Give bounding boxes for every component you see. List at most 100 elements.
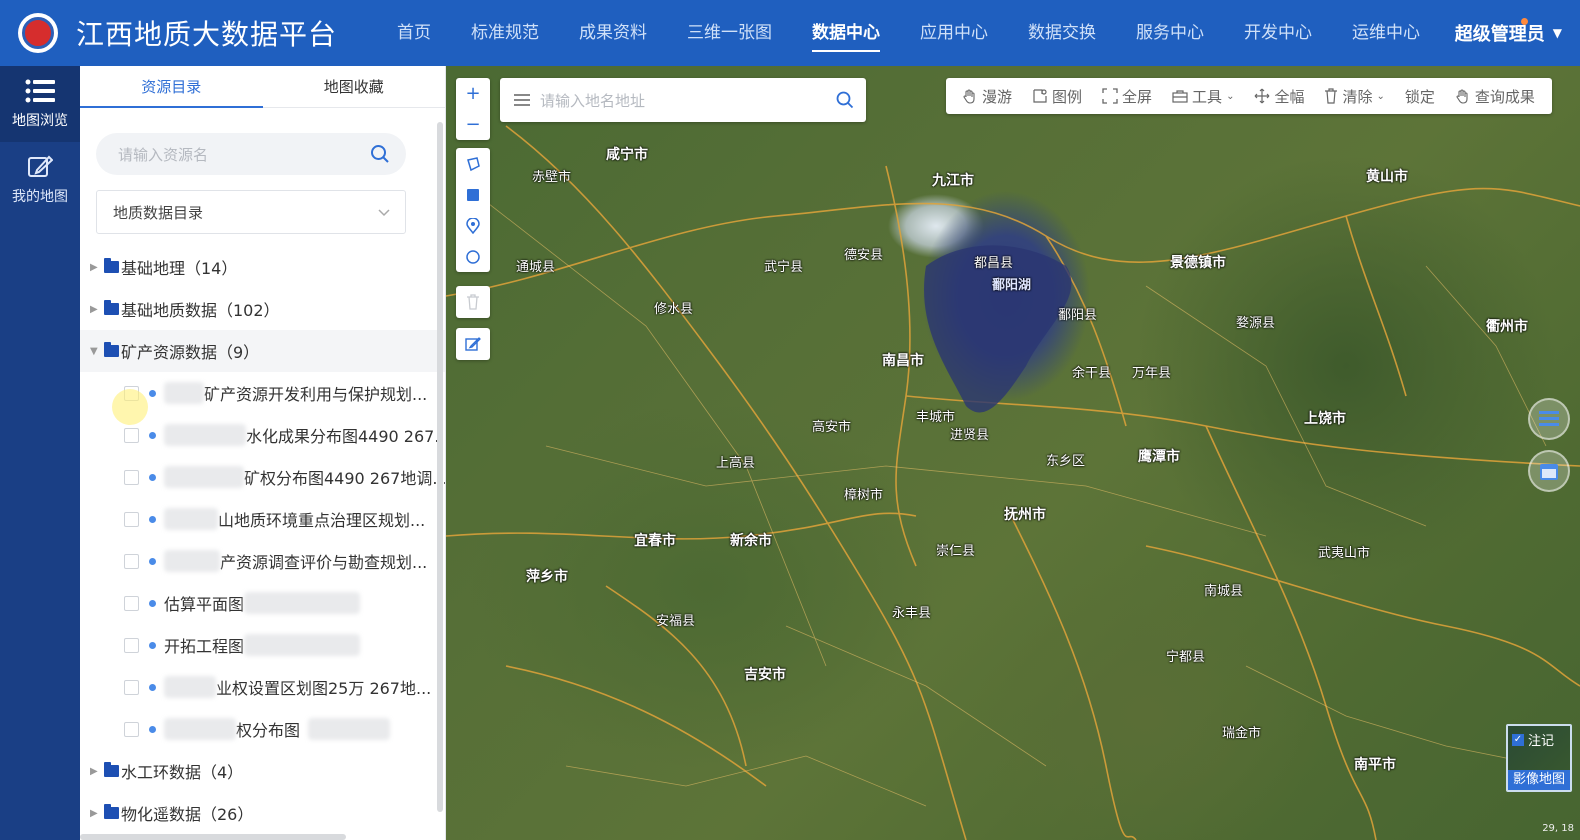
nav-home[interactable]: 首页 [377, 0, 451, 66]
search-icon[interactable] [836, 91, 854, 109]
location-pin-icon [466, 217, 480, 234]
tree-leaf[interactable]: 权分布图 [80, 708, 445, 750]
platform-title: 江西地质大数据平台 [76, 18, 338, 51]
tree-leaf[interactable]: 矿权分布图4490 267地调... [80, 456, 445, 498]
tools-dropdown[interactable]: 工具 ⌄ [1162, 86, 1244, 107]
fullscreen-icon [1102, 88, 1118, 104]
list-icon [25, 79, 55, 103]
calendar-button[interactable] [1528, 450, 1570, 492]
tree-node-hydro-engineering[interactable]: ▶ 水工环数据（4） [80, 750, 445, 792]
layer-checkbox[interactable] [124, 721, 139, 737]
panel-horizontal-scrollbar[interactable] [80, 834, 346, 840]
zoom-out-button[interactable]: − [456, 109, 490, 140]
nav-standards[interactable]: 标准规范 [451, 0, 559, 66]
tree-leaf[interactable]: 产资源调查评价与勘查规划... [80, 540, 445, 582]
city-label: 南城县 [1204, 584, 1244, 599]
city-label: 赤壁市 [532, 170, 572, 185]
circle-icon [466, 249, 480, 264]
layer-list-button[interactable] [1528, 398, 1570, 440]
nav-ops-center[interactable]: 运维中心 [1332, 0, 1440, 66]
polygon-select-icon [467, 156, 480, 171]
full-extent-button[interactable]: 全幅 [1244, 86, 1314, 107]
layer-checkbox[interactable] [124, 637, 139, 653]
tree-node-label: 水工环数据（4） [121, 763, 244, 782]
redacted-text [164, 424, 246, 446]
city-label: 万年县 [1132, 366, 1172, 381]
city-label: 鄱阳县 [1058, 308, 1098, 323]
draw-circle-button[interactable] [456, 241, 490, 272]
satellite-map[interactable]: 咸宁市 九江市 黄山市 景德镇市 南昌市 上饶市 衢州市 鹰潭市 抚州市 宜春市… [446, 66, 1580, 840]
tree-node-basic-geography[interactable]: ▶ 基础地理（14） [80, 246, 445, 288]
rail-item-map-browse[interactable]: 地图浏览 [0, 66, 80, 142]
rail-item-my-map[interactable]: 我的地图 [0, 142, 80, 218]
city-label: 婺源县 [1236, 316, 1276, 331]
delete-drawing-button[interactable] [456, 286, 490, 318]
city-label: 德安县 [844, 248, 884, 263]
fullscreen-button[interactable]: 全屏 [1092, 86, 1162, 107]
fullscreen-label: 全屏 [1122, 87, 1153, 106]
pan-button[interactable]: 漫游 [952, 86, 1022, 107]
user-menu[interactable]: 超级管理员 ▼ [1455, 0, 1562, 66]
layer-checkbox[interactable] [124, 427, 139, 443]
tree-leaf[interactable]: 估算平面图 [80, 582, 445, 624]
tab-resource-catalog[interactable]: 资源目录 [80, 66, 263, 108]
draw-rectangle-button[interactable] [456, 179, 490, 210]
basemap-switcher[interactable]: ✓ 注记 影像地图 [1506, 724, 1572, 792]
tree-node-basic-geology[interactable]: ▶ 基础地质数据（102） [80, 288, 445, 330]
draw-polygon-button[interactable] [456, 148, 490, 179]
zoom-controls: + − [456, 78, 490, 140]
tree-leaf[interactable]: 开拓工程图 [80, 624, 445, 666]
lock-button[interactable]: 锁定 [1395, 86, 1445, 107]
layer-checkbox[interactable] [124, 511, 139, 527]
tree-leaf-label: 产资源调查评价与勘查规划... [220, 553, 428, 572]
map-search-input[interactable]: 请输入地名地址 [500, 78, 866, 122]
legend-button[interactable]: 图例 [1022, 86, 1092, 107]
clear-dropdown[interactable]: 清除 ⌄ [1314, 86, 1394, 107]
lake-label: 鄱阳湖 [992, 278, 1032, 293]
tree-leaf-label: 山地质环境重点治理区规划... [218, 511, 426, 530]
tree-node-mineral-resources[interactable]: ▼ 矿产资源数据（9） [80, 330, 445, 372]
hand-icon [963, 89, 975, 104]
username: 超级管理员 [1454, 24, 1545, 45]
nav-3d-map[interactable]: 三维一张图 [667, 0, 792, 66]
query-results-button[interactable]: 查询成果 [1445, 86, 1545, 107]
bullet-icon [149, 641, 156, 649]
city-label: 进贤县 [950, 428, 990, 443]
layer-checkbox[interactable] [124, 595, 139, 611]
main-nav: 首页 标准规范 成果资料 三维一张图 数据中心 应用中心 数据交换 服务中心 开… [377, 0, 1440, 66]
city-label: 南昌市 [882, 353, 924, 369]
annotation-toggle[interactable]: ✓ 注记 [1512, 730, 1554, 749]
nav-service-center[interactable]: 服务中心 [1116, 0, 1224, 66]
tree-node-geophysical-remote[interactable]: ▶ 物化遥数据（26） [80, 792, 445, 834]
tree-node-label: 基础地理（14） [121, 259, 238, 278]
nav-dev-center[interactable]: 开发中心 [1224, 0, 1332, 66]
city-label: 南平市 [1354, 757, 1396, 773]
edit-drawing-button[interactable] [456, 328, 490, 360]
nav-data-exchange[interactable]: 数据交换 [1008, 0, 1116, 66]
city-label: 丰城市 [916, 410, 956, 425]
folder-icon [104, 804, 119, 819]
lock-label: 锁定 [1404, 87, 1435, 106]
tab-map-favorites[interactable]: 地图收藏 [263, 66, 446, 107]
folder-icon [104, 300, 119, 315]
tree-leaf[interactable]: 山地质环境重点治理区规划... [80, 498, 445, 540]
caret-right-icon: ▶ [90, 807, 98, 819]
city-label: 萍乡市 [526, 569, 568, 585]
notification-dot [1521, 18, 1528, 25]
menu-icon[interactable] [514, 93, 530, 107]
resource-search-input[interactable]: 请输入资源名 [96, 133, 406, 175]
nav-app-center[interactable]: 应用中心 [900, 0, 1008, 66]
panel-vertical-scrollbar[interactable] [437, 122, 443, 812]
layer-checkbox[interactable] [124, 469, 139, 485]
bullet-icon [149, 725, 156, 733]
draw-point-button[interactable] [456, 210, 490, 241]
nav-results[interactable]: 成果资料 [559, 0, 667, 66]
nav-data-center[interactable]: 数据中心 [792, 0, 900, 66]
tree-leaf[interactable]: 业权设置区划图25万 267地... [80, 666, 445, 708]
zoom-in-button[interactable]: + [456, 78, 490, 109]
layer-checkbox[interactable] [124, 553, 139, 569]
folder-icon [104, 258, 119, 273]
layer-checkbox[interactable] [124, 679, 139, 695]
catalog-select[interactable]: 地质数据目录 [96, 190, 406, 234]
search-icon[interactable] [370, 144, 390, 164]
